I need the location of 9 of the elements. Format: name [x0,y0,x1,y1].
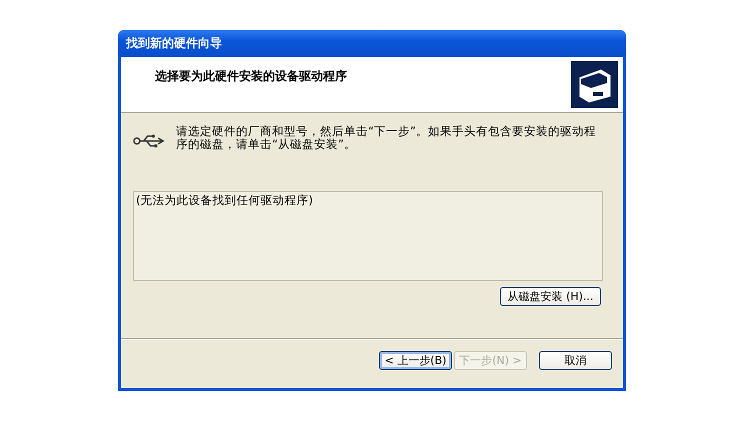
back-button[interactable]: < 上一步(B) [379,351,452,370]
header-title: 选择要为此硬件安装的设备驱动程序 [155,68,347,85]
window-title: 找到新的硬件向导 [126,35,222,52]
list-item[interactable]: (无法为此设备找到任何驱动程序) [136,193,313,208]
disk-install-button[interactable]: 从磁盘安装 (H)... [500,287,601,306]
hardware-icon [571,61,618,108]
usb-icon [133,133,166,149]
cancel-button[interactable]: 取消 [539,351,612,370]
instruction-text: 请选定硬件的厂商和型号，然后单击“下一步”。如果手头有包含要安装的驱动程序的磁盘，请单击“从磁盘安装”。 [176,125,597,151]
